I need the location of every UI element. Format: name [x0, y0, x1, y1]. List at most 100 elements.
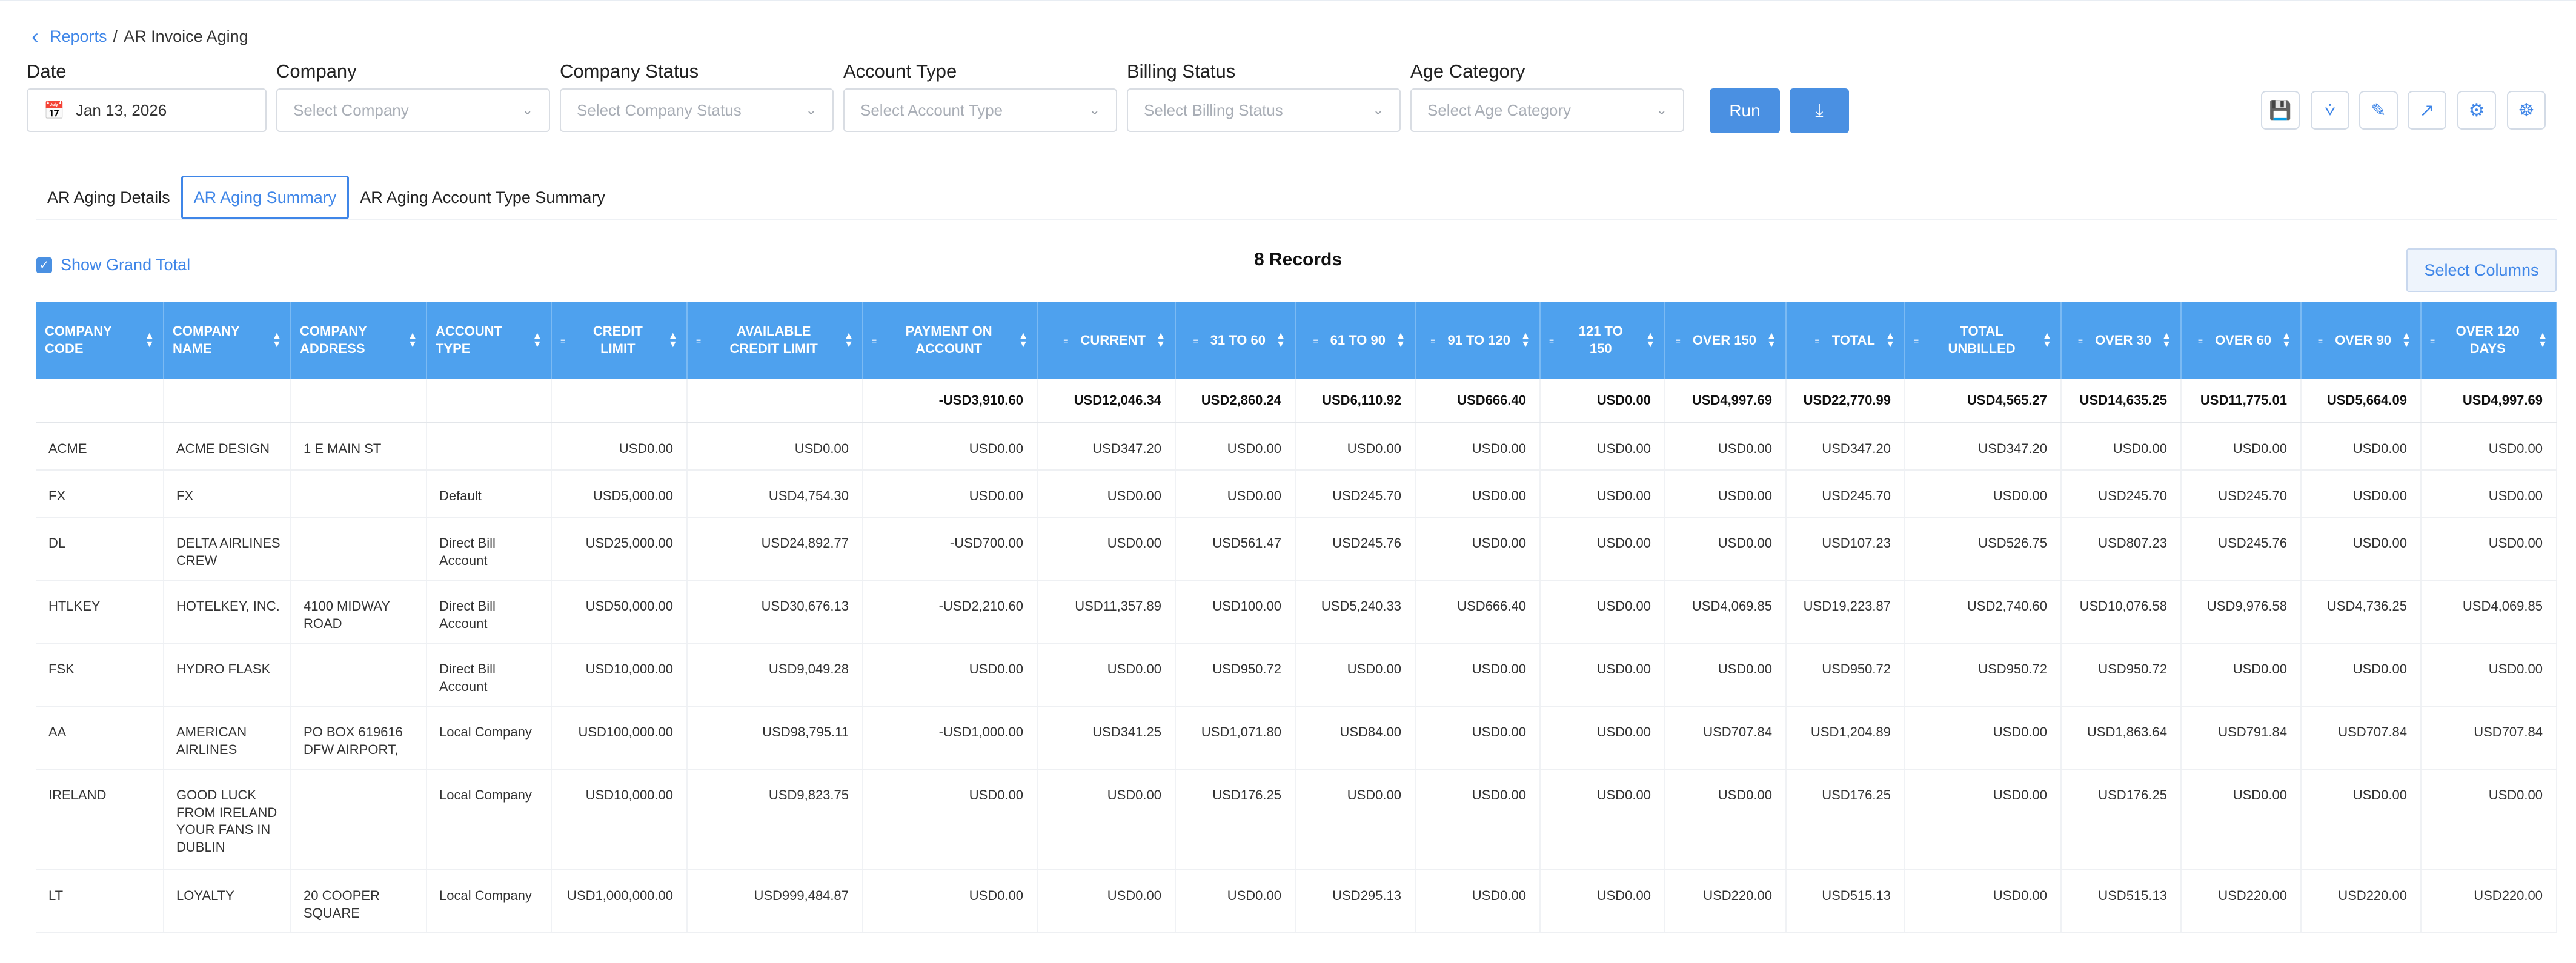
drag-handle-icon[interactable]: ≡	[2078, 336, 2083, 345]
column-header-payment-on-account[interactable]: ≡ PAYMENT ON ACCOUNT ▲ ▼	[863, 302, 1038, 379]
drag-handle-icon[interactable]: ≡	[1430, 336, 1435, 345]
column-header-over-30[interactable]: ≡ OVER 30 ▲ ▼	[2061, 302, 2182, 379]
column-header-label: OVER 60	[2215, 332, 2271, 348]
edit-button[interactable]: ✎	[2359, 91, 2398, 130]
sort-icon[interactable]: ▲ ▼	[1645, 331, 1656, 349]
export-button[interactable]: ↗	[2408, 91, 2446, 130]
drag-handle-icon[interactable]: ≡	[696, 336, 701, 345]
chevron-left-icon[interactable]: ‹	[32, 25, 39, 47]
table-row[interactable]: HTLKEY HOTELKEY, INC. 4100 MIDWAY ROAD Dire…	[36, 580, 2557, 644]
sort-icon[interactable]: ▲ ▼	[272, 331, 282, 349]
table-cell: Local Company	[427, 870, 552, 933]
sort-icon[interactable]: ▲ ▼	[408, 331, 417, 349]
save-button[interactable]: 💾	[2261, 91, 2300, 130]
column-header-label: 121 TO 150	[1578, 323, 1623, 356]
column-header-91-to-120[interactable]: ≡ 91 TO 120 ▲ ▼	[1415, 302, 1541, 379]
drag-handle-icon[interactable]: ≡	[1313, 336, 1318, 345]
drag-handle-icon[interactable]: ≡	[1676, 336, 1681, 345]
age-category-select[interactable]: Select Age Category ⌄	[1410, 88, 1684, 132]
sort-icon[interactable]: ▲ ▼	[532, 331, 542, 349]
column-header-over-150[interactable]: ≡ OVER 150 ▲ ▼	[1665, 302, 1787, 379]
drag-handle-icon[interactable]: ≡	[2198, 336, 2203, 345]
column-header-total[interactable]: ≡ TOTAL ▲ ▼	[1786, 302, 1905, 379]
sort-icon[interactable]: ▲ ▼	[1155, 331, 1166, 349]
sort-icon[interactable]: ▲ ▼	[145, 331, 154, 349]
filter-button[interactable]: ⩒	[2311, 91, 2349, 130]
account-type-select[interactable]: Select Account Type ⌄	[843, 88, 1117, 132]
sort-icon[interactable]: ▲ ▼	[1766, 331, 1777, 349]
table-body: -USD3,910.60 USD12,046.34 USD2,860.24 USD6,…	[36, 379, 2557, 933]
company-status-placeholder: Select Company Status	[577, 101, 742, 119]
sort-icon[interactable]: ▲ ▼	[1275, 331, 1286, 349]
table-row[interactable]: ACME ACME DESIGN 1 E MAIN ST USD0.00 USD0.00…	[36, 423, 2557, 471]
sort-icon[interactable]: ▲ ▼	[2161, 331, 2172, 349]
sort-icon[interactable]: ▲ ▼	[2281, 331, 2292, 349]
column-header-total-unbilled[interactable]: ≡ TOTAL UNBILLED ▲ ▼	[1905, 302, 2062, 379]
table-row[interactable]: IRELAND GOOD LUCK FROM IRELAND YOUR FANS …	[36, 769, 2557, 870]
column-header-company-name[interactable]: COMPANY NAME ▲ ▼	[164, 302, 291, 379]
sort-icon[interactable]: ▲ ▼	[844, 331, 854, 349]
table-cell: AA	[36, 706, 164, 770]
sort-icon[interactable]: ▲ ▼	[1395, 331, 1406, 349]
drag-handle-icon[interactable]: ≡	[872, 336, 877, 345]
tab-ar-aging-account-type-summary[interactable]: AR Aging Account Type Summary	[349, 176, 616, 219]
table-row[interactable]: FX FX Default USD5,000.00 USD4,754.30 USD0.00…	[36, 470, 2557, 518]
table-cell: USD0.00	[2301, 423, 2422, 471]
drag-handle-icon[interactable]: ≡	[1549, 336, 1554, 345]
company-status-select[interactable]: Select Company Status ⌄	[560, 88, 834, 132]
column-header-company-address[interactable]: COMPANY ADDRESS ▲ ▼	[291, 302, 427, 379]
column-header-credit-limit[interactable]: ≡ CREDIT LIMIT ▲ ▼	[551, 302, 688, 379]
sort-icon[interactable]: ▲ ▼	[2042, 331, 2052, 349]
sort-icon[interactable]: ▲ ▼	[2401, 331, 2412, 349]
chevron-down-icon: ⌄	[522, 102, 533, 117]
drag-handle-icon[interactable]: ≡	[2318, 336, 2323, 345]
sort-icon[interactable]: ▲ ▼	[1018, 331, 1028, 349]
grand-total-row[interactable]: -USD3,910.60 USD12,046.34 USD2,860.24 USD6,…	[36, 379, 2557, 423]
billing-status-select[interactable]: Select Billing Status ⌄	[1127, 88, 1401, 132]
column-header-over-90[interactable]: ≡ OVER 90 ▲ ▼	[2301, 302, 2422, 379]
select-columns-button[interactable]: Select Columns	[2406, 248, 2557, 292]
drag-handle-icon[interactable]: ≡	[1914, 336, 1919, 345]
chevron-down-icon: ⌄	[1089, 102, 1100, 117]
drag-handle-icon[interactable]: ≡	[1815, 336, 1820, 345]
table-row[interactable]: FSK HYDRO FLASK Direct Bill Account USD10,0…	[36, 643, 2557, 707]
sort-icon[interactable]: ▲ ▼	[1885, 331, 1896, 349]
date-picker[interactable]: 📅 Jan 13, 2026	[27, 88, 267, 132]
column-header-61-to-90[interactable]: ≡ 61 TO 90 ▲ ▼	[1295, 302, 1416, 379]
column-header-company-code[interactable]: COMPANY CODE ▲ ▼	[36, 302, 164, 379]
checkbox-checked-icon[interactable]: ✓	[36, 257, 52, 273]
table-row[interactable]: DL DELTA AIRLINES CREW Direct Bill Account…	[36, 517, 2557, 581]
column-header-121-to-150[interactable]: ≡ 121 TO 150 ▲ ▼	[1540, 302, 1665, 379]
table-cell: PO BOX 619616 DFW AIRPORT,	[291, 706, 427, 770]
sort-icon[interactable]: ▲ ▼	[668, 331, 679, 349]
drag-handle-icon[interactable]: ≡	[560, 336, 565, 345]
company-placeholder: Select Company	[293, 101, 409, 119]
table-cell: USD5,240.33	[1295, 580, 1416, 644]
breadcrumb-reports-link[interactable]: Reports	[50, 27, 107, 46]
date-label: Date	[27, 61, 67, 82]
settings-button[interactable]: ⚙	[2457, 91, 2496, 130]
column-header-current[interactable]: ≡ CURRENT ▲ ▼	[1037, 302, 1176, 379]
run-button[interactable]: Run	[1710, 88, 1780, 133]
table-row[interactable]: LT LOYALTY 20 COOPER SQUARE Local Company US…	[36, 870, 2557, 933]
sort-icon[interactable]: ▲ ▼	[2538, 331, 2548, 349]
drag-handle-icon[interactable]: ≡	[2430, 336, 2435, 345]
tab-ar-aging-summary[interactable]: AR Aging Summary	[181, 176, 350, 219]
table-cell: DL	[36, 517, 164, 581]
table-row[interactable]: AA AMERICAN AIRLINES PO BOX 619616 DFW AIR…	[36, 706, 2557, 770]
show-grand-total[interactable]: ✓ Show Grand Total	[36, 256, 190, 274]
column-header-account-type[interactable]: ACCOUNT TYPE ▲ ▼	[427, 302, 552, 379]
column-header-available-credit-limit[interactable]: ≡ AVAILABLE CREDIT LIMIT ▲ ▼	[687, 302, 863, 379]
sort-icon[interactable]: ▲ ▼	[1520, 331, 1531, 349]
company-select[interactable]: Select Company ⌄	[276, 88, 550, 132]
column-header-over-120-days[interactable]: ≡ OVER 120 DAYS ▲ ▼	[2421, 302, 2557, 379]
drag-handle-icon[interactable]: ≡	[1193, 336, 1198, 345]
table-cell: USD0.00	[1540, 423, 1665, 471]
gear-settings-button[interactable]: ☸	[2507, 91, 2546, 130]
column-header-31-to-60[interactable]: ≡ 31 TO 60 ▲ ▼	[1175, 302, 1296, 379]
column-header-over-60[interactable]: ≡ OVER 60 ▲ ▼	[2181, 302, 2302, 379]
column-header-content: ≡ AVAILABLE CREDIT LIMIT ▲ ▼	[696, 323, 854, 357]
tab-ar-aging-details[interactable]: AR Aging Details	[36, 176, 181, 219]
download-button[interactable]: ⤓	[1790, 88, 1849, 133]
drag-handle-icon[interactable]: ≡	[1063, 336, 1068, 345]
